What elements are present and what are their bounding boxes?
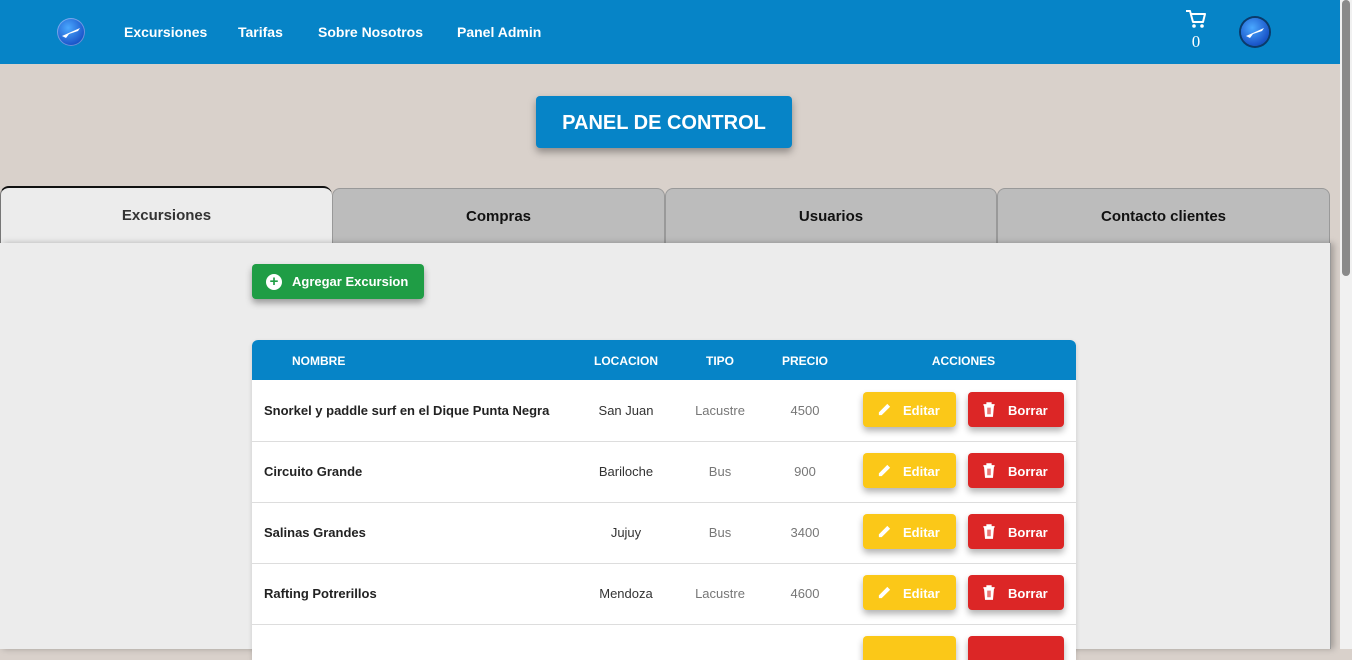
trash-icon [983, 402, 995, 417]
table-row: Rafting Potrerillos Mendoza Lacustre 460… [252, 563, 1076, 625]
table-row [252, 624, 1076, 660]
plus-circle-icon: + [266, 274, 282, 290]
delete-label: Borrar [1008, 525, 1048, 540]
edit-button[interactable]: Editar [863, 575, 956, 610]
delete-button[interactable]: Borrar [968, 453, 1064, 488]
pencil-icon [878, 403, 891, 416]
nav-link-excursiones[interactable]: Excursiones [124, 24, 207, 40]
delete-button[interactable] [968, 636, 1064, 660]
delete-button[interactable]: Borrar [968, 575, 1064, 610]
cell-location: Jujuy [610, 525, 642, 540]
table-row: Snorkel y paddle surf en el Dique Punta … [252, 380, 1076, 442]
top-navbar: Excursiones Tarifas Sobre Nosotros Panel… [0, 0, 1340, 64]
pencil-icon [878, 464, 891, 477]
delete-label: Borrar [1008, 464, 1048, 479]
trash-icon [983, 463, 995, 478]
cell-type: Bus [708, 464, 732, 479]
cell-name: Salinas Grandes [264, 525, 366, 540]
cell-location: Mendoza [599, 586, 653, 601]
table-row: Salinas Grandes Jujuy Bus 3400 Editar Bo… [252, 502, 1076, 564]
cell-location: San Juan [598, 403, 654, 418]
edit-button[interactable]: Editar [863, 514, 956, 549]
cell-name: Snorkel y paddle surf en el Dique Punta … [264, 403, 550, 418]
header-acciones: ACCIONES [931, 354, 996, 368]
pencil-icon [878, 525, 891, 538]
cell-name: Circuito Grande [264, 464, 363, 479]
edit-button[interactable] [863, 636, 956, 660]
table-row: Circuito Grande Bariloche Bus 900 Editar… [252, 441, 1076, 503]
table-header: NOMBRE LOCACION TIPO PRECIO ACCIONES [252, 340, 1076, 380]
nav-link-sobre-nosotros[interactable]: Sobre Nosotros [318, 24, 423, 40]
delete-label: Borrar [1008, 403, 1048, 418]
delete-button[interactable]: Borrar [968, 392, 1064, 427]
tab-usuarios[interactable]: Usuarios [665, 188, 997, 243]
page-scrollbar[interactable] [1340, 0, 1352, 649]
edit-label: Editar [903, 403, 940, 418]
cell-price: 3400 [790, 525, 820, 540]
cell-type: Lacustre [695, 586, 745, 601]
excursions-table: NOMBRE LOCACION TIPO PRECIO ACCIONES Sno… [252, 340, 1076, 660]
tab-contacto-clientes[interactable]: Contacto clientes [997, 188, 1330, 243]
cell-price: 4500 [790, 403, 820, 418]
delete-label: Borrar [1008, 586, 1048, 601]
nav-link-tarifas[interactable]: Tarifas [238, 24, 283, 40]
cart-icon [1186, 10, 1206, 28]
edit-label: Editar [903, 464, 940, 479]
cart-count: 0 [1191, 32, 1201, 51]
tab-compras[interactable]: Compras [332, 188, 665, 243]
cell-price: 900 [794, 464, 816, 479]
cell-type: Bus [708, 525, 732, 540]
control-panel-title[interactable]: PANEL DE CONTROL [536, 96, 792, 148]
header-tipo: TIPO [705, 354, 734, 368]
header-locacion: LOCACION [594, 354, 658, 368]
cart-button[interactable]: 0 [1184, 9, 1208, 52]
add-excursion-label: Agregar Excursion [292, 274, 409, 289]
cell-type: Lacustre [695, 403, 745, 418]
edit-button[interactable]: Editar [863, 453, 956, 488]
nav-link-panel-admin[interactable]: Panel Admin [457, 24, 541, 40]
trash-icon [983, 524, 995, 539]
header-nombre: NOMBRE [292, 354, 346, 368]
profile-globe-icon[interactable] [1241, 18, 1269, 46]
pencil-icon [878, 586, 891, 599]
trash-icon [983, 585, 995, 600]
header-precio: PRECIO [781, 354, 828, 368]
cell-name: Rafting Potrerillos [264, 586, 377, 601]
logo-icon[interactable] [57, 18, 85, 46]
cell-price: 4600 [790, 586, 820, 601]
scrollbar-thumb[interactable] [1342, 0, 1350, 276]
tab-excursiones[interactable]: Excursiones [0, 186, 332, 244]
edit-label: Editar [903, 586, 940, 601]
add-excursion-button[interactable]: + Agregar Excursion [252, 264, 424, 299]
delete-button[interactable]: Borrar [968, 514, 1064, 549]
cell-location: Bariloche [598, 464, 654, 479]
edit-button[interactable]: Editar [863, 392, 956, 427]
edit-label: Editar [903, 525, 940, 540]
